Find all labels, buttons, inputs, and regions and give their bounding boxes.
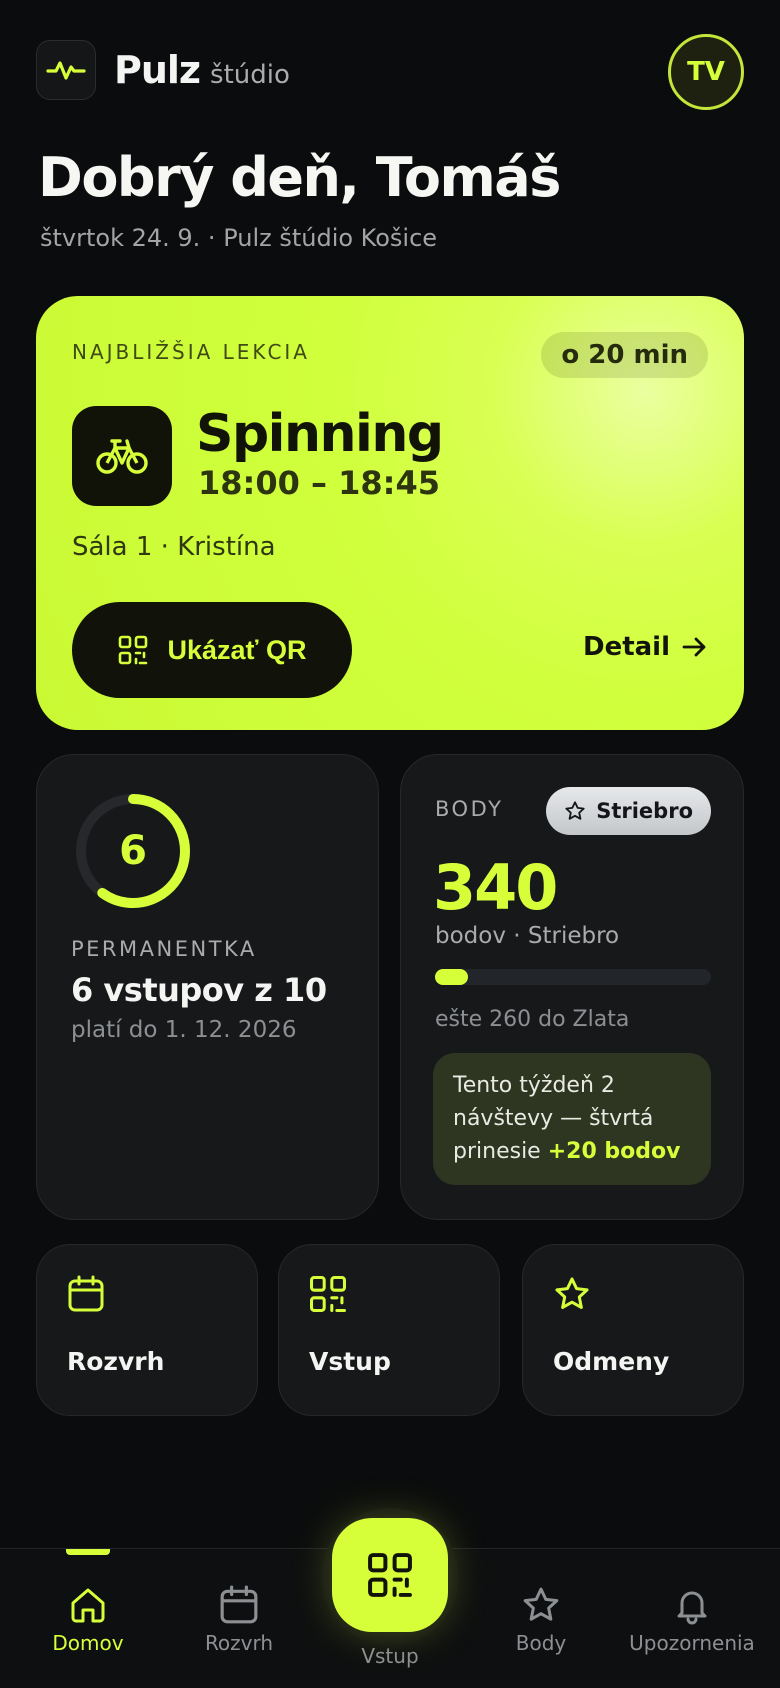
class-time: 18:00 – 18:45	[198, 464, 440, 502]
points-progress-fill	[435, 969, 469, 985]
nav-item-points[interactable]: Body	[466, 1585, 616, 1655]
pass-card[interactable]: 6 PERMANENTKA 6 vstupov z 10 platí do 1.…	[36, 754, 379, 1220]
home-icon	[71, 1588, 105, 1623]
tier-label: Striebro	[596, 799, 693, 823]
quick-action-label: Rozvrh	[67, 1347, 165, 1376]
nav-item-entry-fab[interactable]	[332, 1518, 448, 1632]
avatar[interactable]: TV	[668, 34, 744, 110]
class-icon-box	[72, 406, 172, 506]
star-icon	[555, 1277, 589, 1309]
pass-value: 6 vstupov z 10	[71, 971, 327, 1009]
bell-icon	[677, 1591, 707, 1625]
pass-label: PERMANENTKA	[71, 937, 257, 961]
star-icon	[565, 801, 585, 820]
nav-item-home[interactable]: Domov	[13, 1585, 163, 1655]
qr-icon	[118, 635, 147, 665]
greeting-title: Dobrý deň, Tomáš	[38, 146, 561, 209]
show-qr-button[interactable]: Ukázať QR	[72, 602, 352, 698]
pass-valid: platí do 1. 12. 2026	[71, 1017, 297, 1043]
qr-icon	[368, 1553, 412, 1597]
detail-label: Detail	[582, 632, 670, 662]
detail-link[interactable]: Detail	[583, 632, 708, 662]
logo	[36, 40, 96, 100]
calendar-icon	[220, 1585, 258, 1624]
nav-label: Rozvrh	[204, 1631, 274, 1655]
arrow-right-icon	[682, 637, 706, 657]
qr-icon	[310, 1276, 346, 1312]
nav-item-schedule[interactable]: Rozvrh	[164, 1585, 314, 1655]
nav-label: Body	[515, 1631, 567, 1655]
next-class-label: NAJBLIŽŠIA LEKCIA	[72, 340, 310, 364]
nav-label: Upozornenia	[629, 1631, 755, 1655]
points-remaining: ešte 260 do Zlata	[435, 1007, 630, 1032]
top-bar: Pulz štúdio TV	[36, 34, 744, 110]
quick-action-entry[interactable]: Vstup	[278, 1244, 500, 1416]
bicycle-icon	[96, 439, 148, 474]
show-qr-label: Ukázať QR	[167, 634, 307, 665]
points-value: 340	[433, 851, 558, 924]
points-sub: bodov · Striebro	[435, 923, 620, 949]
quick-action-label: Odmeny	[553, 1347, 670, 1376]
pulse-icon	[46, 61, 86, 80]
points-card[interactable]: BODY Striebro 340 bodov · Striebro ešte …	[400, 754, 744, 1220]
greeting-subtitle: štvrtok 24. 9. · Pulz štúdio Košice	[40, 224, 438, 252]
nav-item-notifications[interactable]: Upozornenia	[617, 1585, 767, 1655]
tier-badge: Striebro	[546, 787, 711, 835]
points-label: BODY	[435, 797, 504, 821]
tip-bonus: +20 bodov	[547, 1139, 681, 1164]
quick-action-label: Vstup	[309, 1347, 391, 1376]
nav-label: Domov	[52, 1631, 124, 1655]
nav-active-indicator	[66, 1549, 110, 1555]
nav-label: Vstup	[361, 1644, 419, 1668]
countdown-badge: o 20 min	[541, 332, 708, 378]
star-icon	[523, 1587, 559, 1621]
next-class-card[interactable]: NAJBLIŽŠIA LEKCIA o 20 min Spinning 18:0…	[36, 296, 744, 730]
app-screen: Pulz štúdio TV Dobrý deň, Tomáš štvrtok …	[0, 0, 780, 1688]
quick-action-rewards[interactable]: Odmeny	[522, 1244, 744, 1416]
class-place: Sála 1 · Kristína	[72, 532, 276, 562]
class-name: Spinning	[196, 404, 444, 464]
points-progress-bar	[435, 969, 711, 985]
brand: Pulz štúdio	[114, 48, 290, 92]
calendar-icon	[68, 1275, 104, 1312]
points-tip: Tento týždeň 2 návštevy — štvrtá prinesi…	[433, 1053, 711, 1185]
brand-suffix: štúdio	[210, 60, 290, 90]
pass-count: 6	[119, 828, 147, 874]
quick-action-schedule[interactable]: Rozvrh	[36, 1244, 258, 1416]
brand-name: Pulz	[114, 48, 201, 92]
